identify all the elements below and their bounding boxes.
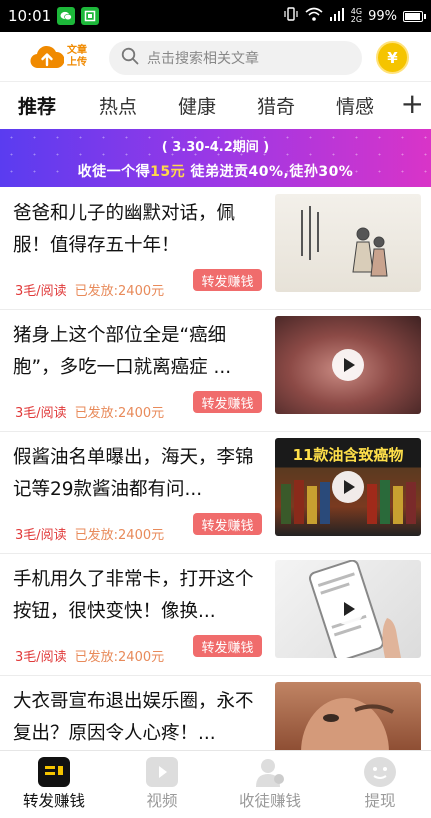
article-item[interactable]: 大衣哥宣布退出娱乐圈，永不复出？原因令人心疼！...	[0, 676, 431, 756]
search-input[interactable]: 点击搜索相关文章	[109, 41, 362, 75]
article-paid-total: 已发放:2400元	[74, 528, 165, 543]
nav-video[interactable]: 视频	[112, 751, 212, 818]
article-item[interactable]: 爸爸和儿子的幽默对话，佩服！值得存五十年！ 3毛/阅读 已发放:2400元 转发…	[0, 188, 431, 310]
status-time: 10:01	[8, 7, 52, 25]
status-bar: 10:01 4G 2G 99%	[0, 0, 431, 32]
vibrate-icon	[283, 7, 299, 25]
wifi-icon	[305, 7, 323, 25]
article-price: 3毛/阅读	[15, 284, 67, 299]
share-earn-button[interactable]: 转发赚钱	[193, 391, 262, 413]
logo-line-2: 上传	[67, 56, 87, 68]
tab-health[interactable]: 健康	[178, 92, 216, 119]
article-price: 3毛/阅读	[15, 650, 67, 665]
article-thumbnail[interactable]	[275, 560, 421, 658]
play-icon[interactable]	[332, 593, 364, 625]
video-icon	[146, 757, 178, 787]
nav-share-earn[interactable]: 转发赚钱	[4, 751, 104, 818]
cloud-upload-icon	[30, 44, 65, 70]
article-title[interactable]: 手机用久了非常卡，打开这个按钮，很快变快！像换...	[13, 564, 266, 628]
article-thumbnail[interactable]: 11款油含致癌物	[275, 438, 421, 536]
nav-recruit-earn[interactable]: 收徒赚钱	[220, 751, 320, 818]
share-money-icon	[38, 757, 70, 787]
share-earn-button[interactable]: 转发赚钱	[193, 635, 262, 657]
tab-curious[interactable]: 猎奇	[257, 92, 295, 119]
signal-icon	[329, 7, 345, 25]
app-logo[interactable]: 文章 上传	[30, 44, 87, 70]
wechat-icon	[57, 7, 76, 25]
bottom-nav: 转发赚钱 视频 收徒赚钱 提现	[0, 750, 431, 818]
nav-label: 提现	[364, 792, 396, 810]
app-notification-icon	[81, 7, 100, 25]
article-item[interactable]: 假酱油名单曝出，海天，李锦记等29款酱油都有问... 3毛/阅读 已发放:240…	[0, 432, 431, 554]
promo-banner[interactable]: ( 3.30-4.2期间 ) 收徒一个得15元 徒弟进贡40%,徒孙30%	[0, 129, 431, 187]
article-paid-total: 已发放:2400元	[74, 650, 165, 665]
article-paid-total: 已发放:2400元	[74, 406, 165, 421]
app-header: 文章 上传 点击搜索相关文章 ¥	[0, 32, 431, 82]
nav-label: 转发赚钱	[22, 792, 85, 810]
share-earn-button[interactable]: 转发赚钱	[193, 513, 262, 535]
logo-line-1: 文章	[67, 44, 87, 56]
battery-percent: 99%	[368, 8, 397, 24]
article-thumbnail[interactable]	[275, 194, 421, 292]
banner-period: ( 3.30-4.2期间 )	[161, 140, 270, 155]
category-tabs: 推荐 热点 健康 猎奇 情感 +	[0, 82, 431, 128]
nav-label: 视频	[146, 792, 178, 810]
banner-offer: 收徒一个得15元 徒弟进贡40%,徒孙30%	[77, 164, 354, 180]
search-placeholder: 点击搜索相关文章	[147, 51, 259, 67]
play-icon[interactable]	[332, 471, 364, 503]
nav-withdraw[interactable]: 提现	[330, 751, 430, 818]
battery-icon	[403, 10, 426, 22]
share-earn-button[interactable]: 转发赚钱	[193, 269, 262, 291]
article-title[interactable]: 假酱油名单曝出，海天，李锦记等29款酱油都有问...	[13, 442, 266, 506]
user-add-icon	[254, 757, 286, 787]
tab-hot[interactable]: 热点	[99, 92, 137, 119]
tab-recommend[interactable]: 推荐	[18, 92, 56, 119]
article-thumbnail[interactable]	[275, 682, 421, 756]
coin-icon[interactable]: ¥	[376, 41, 409, 74]
nav-label: 收徒赚钱	[238, 792, 301, 810]
withdraw-icon	[364, 757, 396, 787]
article-paid-total: 已发放:2400元	[74, 284, 165, 299]
article-price: 3毛/阅读	[15, 528, 67, 543]
article-price: 3毛/阅读	[15, 406, 67, 421]
play-icon[interactable]	[332, 349, 364, 381]
article-title[interactable]: 爸爸和儿子的幽默对话，佩服！值得存五十年！	[13, 198, 266, 262]
search-icon	[121, 47, 139, 69]
network-type: 4G 2G	[350, 7, 363, 24]
article-thumbnail[interactable]	[275, 316, 421, 414]
article-item[interactable]: 猪身上这个部位全是“癌细胞”，多吃一口就离癌症 ... 3毛/阅读 已发放:24…	[0, 310, 431, 432]
article-title[interactable]: 大衣哥宣布退出娱乐圈，永不复出？原因令人心疼！...	[13, 686, 266, 750]
article-item[interactable]: 手机用久了非常卡，打开这个按钮，很快变快！像换... 3毛/阅读 已发放:240…	[0, 554, 431, 676]
add-tab-icon[interactable]: +	[401, 90, 424, 118]
tab-emotion[interactable]: 情感	[336, 92, 374, 119]
article-title[interactable]: 猪身上这个部位全是“癌细胞”，多吃一口就离癌症 ...	[13, 320, 266, 384]
